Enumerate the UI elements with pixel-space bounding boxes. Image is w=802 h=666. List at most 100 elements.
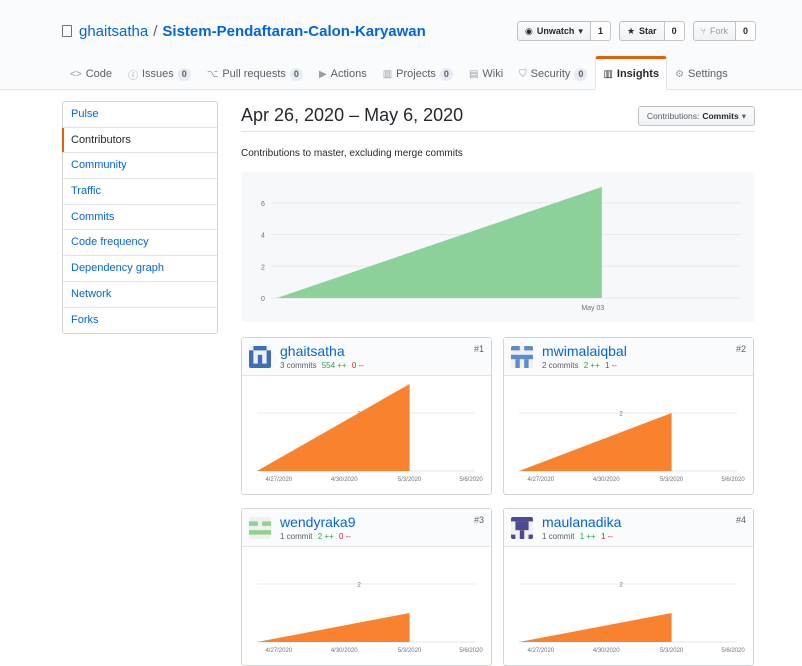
x-tick-label: 5/6/2020 (459, 648, 483, 654)
star-label: Star (639, 26, 657, 36)
stars-count[interactable]: 0 (664, 21, 685, 41)
unwatch-label: Unwatch (536, 26, 575, 36)
tab-settings[interactable]: ⚙ Settings (667, 56, 736, 90)
additions-count: 1 ++ (579, 532, 596, 541)
sidebar-item-forks[interactable]: Forks (63, 308, 217, 334)
tab-security-label: Security (530, 68, 571, 80)
commit-count: 2 commits (542, 361, 579, 370)
tab-issues[interactable]: ⓘ Issues 0 (120, 56, 199, 90)
repo-actions: ◉ Unwatch ▾ 1 ★ Star 0 ⑂ Fork 0 (517, 21, 756, 41)
contributor-stats: 1 commit 1 ++ 1 -- (542, 532, 613, 541)
deletions-count: 0 -- (338, 532, 351, 541)
book-icon: ▤ (468, 68, 479, 80)
contributor-area (257, 613, 410, 642)
x-tick-label: 5/6/2020 (721, 477, 745, 483)
x-tick-label: 5/6/2020 (459, 477, 483, 483)
star-icon: ★ (626, 25, 636, 36)
y-tick-label: 2 (357, 582, 361, 589)
sidebar-item-contributors[interactable]: Contributors (62, 127, 217, 154)
contributor-rank: #3 (473, 515, 484, 525)
watch-group: ◉ Unwatch ▾ 1 (517, 21, 611, 41)
watchers-count[interactable]: 1 (590, 21, 611, 41)
main-chart-svg: 0 2 4 6 May 03 (261, 187, 741, 312)
y-tick-label: 4 (261, 233, 265, 240)
tab-pull-requests-label: Pull requests (222, 68, 286, 80)
y-tick-label: 2 (619, 411, 623, 418)
tab-wiki-label: Wiki (482, 68, 504, 80)
unwatch-button[interactable]: ◉ Unwatch ▾ (517, 21, 591, 41)
avatar[interactable] (511, 517, 533, 539)
sidebar-item-traffic[interactable]: Traffic (63, 179, 217, 205)
forks-count[interactable]: 0 (735, 21, 756, 41)
pull-requests-counter: 0 (289, 67, 303, 81)
contributor-card: wendyraka9 1 commit 2 ++ 0 -- #3 2 4/27/2… (241, 508, 492, 666)
contributor-name[interactable]: mwimalaiqbal (542, 343, 627, 359)
tab-actions-label: Actions (330, 68, 367, 80)
avatar[interactable] (249, 346, 271, 368)
repo-owner-link[interactable]: ghaitsatha (79, 23, 148, 40)
sidebar-item-community[interactable]: Community (63, 153, 217, 180)
contributor-area (519, 613, 672, 642)
tab-security[interactable]: ⛉ Security 0 (511, 56, 595, 90)
tab-insights-label: Insights (616, 68, 660, 80)
contributor-name[interactable]: wendyraka9 (280, 514, 356, 530)
x-tick-label: 4/30/2020 (331, 648, 358, 654)
graph-icon: ▥ (603, 68, 613, 80)
contributor-name[interactable]: maulanadika (542, 514, 621, 530)
x-tick-label: 4/27/2020 (527, 477, 554, 483)
contributor-card: ghaitsatha 3 commits 554 ++ 0 -- #1 24/2… (241, 337, 492, 495)
tab-code[interactable]: <> Code (62, 56, 120, 90)
contributor-name[interactable]: ghaitsatha (280, 343, 345, 359)
commit-count: 1 commit (280, 532, 313, 541)
sidebar-item-code-frequency[interactable]: Code frequency (63, 230, 217, 257)
sidebar-item-pulse[interactable]: Pulse (63, 102, 217, 128)
avatar[interactable] (249, 517, 271, 539)
sidebar-item-dependency-graph[interactable]: Dependency graph (63, 256, 217, 282)
y-tick-label: 0 (261, 296, 265, 303)
deletions-count: 0 -- (351, 361, 364, 370)
additions-count: 2 ++ (583, 361, 600, 370)
tab-projects[interactable]: ▥ Projects 0 (375, 56, 461, 90)
repo-name-link[interactable]: Sistem-Pendaftaran-Calon-Karyawan (162, 23, 425, 40)
sidebar-item-network[interactable]: Network (63, 282, 217, 308)
x-tick-label: 4/30/2020 (331, 477, 358, 483)
contributor-card: mwimalaiqbal 2 commits 2 ++ 1 -- #2 2 4/2… (503, 337, 754, 495)
x-tick-label: 5/6/2020 (721, 648, 745, 654)
caret-down-icon: ▾ (578, 25, 583, 36)
code-icon: <> (70, 68, 82, 80)
star-button[interactable]: ★ Star (618, 21, 665, 41)
x-tick-label: 4/30/2020 (593, 648, 620, 654)
repo-header: ghaitsatha / Sistem-Pendaftaran-Calon-Ka… (0, 0, 802, 90)
tab-wiki[interactable]: ▤ Wiki (461, 56, 511, 90)
x-tick-label: 5/3/2020 (398, 648, 422, 654)
contributor-card-header: wendyraka9 1 commit 2 ++ 0 -- #3 (242, 509, 491, 547)
contributor-stats: 1 commit 2 ++ 0 -- (280, 532, 351, 541)
contributor-stats: 2 commits 2 ++ 1 -- (542, 361, 617, 370)
y-tick-label: 2 (261, 264, 265, 271)
fork-icon: ⑂ (700, 26, 706, 36)
avatar[interactable] (511, 346, 533, 368)
gear-icon: ⚙ (675, 68, 685, 80)
contributor-card: maulanadika 1 commit 1 ++ 1 -- #4 2 4/27/… (503, 508, 754, 666)
y-tick-label: 2 (619, 582, 623, 589)
tab-insights[interactable]: ▥ Insights (595, 56, 668, 90)
repo-nav: <> Code ⓘ Issues 0 ⌥ Pull requests 0 ▶ A… (62, 56, 736, 90)
eye-icon: ◉ (525, 25, 533, 36)
contributor-area (519, 413, 672, 471)
contributions-select[interactable]: Contributions: Commits ▾ (637, 106, 755, 126)
y-tick-label: 6 (261, 201, 265, 208)
contributions-select-prefix: Contributions: (646, 111, 700, 121)
fork-button[interactable]: ⑂ Fork (692, 21, 736, 41)
play-icon: ▶ (318, 68, 327, 80)
contributor-chart-svg: 24/27/20204/30/20205/3/20205/6/2020 (519, 411, 745, 483)
security-counter: 0 (574, 67, 588, 81)
contributor-rank: #1 (473, 344, 484, 354)
shield-icon: ⛉ (519, 68, 527, 80)
date-range-heading: Apr 26, 2020 – May 6, 2020 (241, 105, 464, 125)
tab-actions[interactable]: ▶ Actions (311, 56, 375, 90)
main-contributions-graph[interactable]: 0 2 4 6 May 03 (241, 172, 755, 322)
sidebar-item-commits[interactable]: Commits (63, 205, 217, 231)
contributor-chart-svg: 24/27/20204/30/20205/3/20205/6/2020 (257, 384, 483, 483)
tab-pull-requests[interactable]: ⌥ Pull requests 0 (199, 56, 311, 90)
tab-settings-label: Settings (688, 68, 728, 80)
